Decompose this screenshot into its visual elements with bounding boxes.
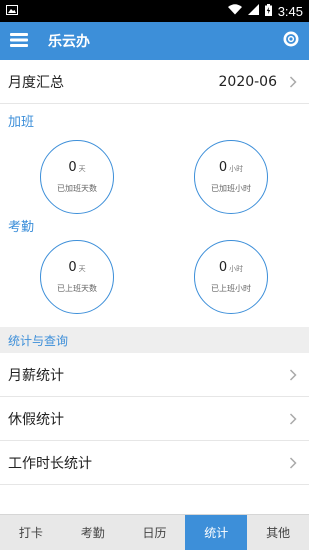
attendance-hours-circle: 0 小时 已上班小时 — [194, 240, 268, 314]
list-item-work-hours[interactable]: 工作时长统计 — [0, 441, 309, 485]
attendance-hours-caption: 已上班小时 — [211, 284, 251, 293]
list-item-label: 月薪统计 — [8, 367, 64, 384]
attendance-days-unit: 天 — [78, 265, 86, 273]
app-bar: 乐云办 — [0, 22, 309, 60]
tab-other[interactable]: 其他 — [247, 515, 309, 550]
overtime-days-circle: 0 天 已加班天数 — [40, 140, 114, 214]
overtime-hours-caption: 已加班小时 — [211, 184, 251, 193]
stats-section-header: 统计与查询 — [0, 327, 309, 353]
stats-section-title: 统计与查询 — [8, 333, 69, 348]
attendance-days-caption: 已上班天数 — [57, 284, 97, 293]
wifi-icon — [227, 4, 242, 18]
settings-button[interactable] — [273, 22, 309, 60]
month-summary-label: 月度汇总 — [8, 74, 64, 91]
overtime-hours-circle: 0 小时 已加班小时 — [194, 140, 268, 214]
list-item-label: 工作时长统计 — [8, 455, 92, 472]
attendance-days-value: 0 — [68, 260, 77, 275]
overtime-days-caption: 已加班天数 — [57, 184, 97, 193]
attendance-days-circle: 0 天 已上班天数 — [40, 240, 114, 314]
app-title: 乐云办 — [48, 34, 90, 50]
overtime-section-label: 加班 — [8, 115, 35, 130]
signal-icon — [247, 4, 259, 18]
list-item-monthly-salary[interactable]: 月薪统计 — [0, 353, 309, 397]
hamburger-menu-icon — [10, 32, 28, 51]
month-value: 2020-06 — [218, 73, 278, 90]
status-bar: 3:45 — [0, 0, 309, 22]
gear-icon — [282, 30, 300, 52]
clock: 3:45 — [277, 3, 303, 19]
chevron-right-icon — [285, 74, 301, 90]
tab-statistics[interactable]: 统计 — [185, 515, 248, 550]
battery-charging-icon — [264, 3, 272, 19]
attendance-section-label: 考勤 — [8, 220, 35, 235]
month-summary-row[interactable]: 月度汇总 2020-06 — [0, 60, 309, 104]
overtime-hours-value: 0 — [218, 160, 228, 175]
chevron-right-icon — [285, 455, 301, 471]
attendance-hours-value: 0 — [218, 260, 228, 275]
overtime-days-unit: 天 — [78, 165, 86, 173]
tab-clock-in[interactable]: 打卡 — [0, 515, 62, 550]
bottom-tab-bar: 打卡 考勤 日历 统计 其他 — [0, 514, 309, 550]
overtime-days-value: 0 — [68, 160, 77, 175]
menu-button[interactable] — [0, 22, 38, 60]
chevron-right-icon — [285, 411, 301, 427]
tab-calendar[interactable]: 日历 — [124, 515, 186, 550]
overtime-hours-unit: 小时 — [229, 165, 244, 173]
chevron-right-icon — [285, 367, 301, 383]
list-item-label: 休假统计 — [8, 411, 64, 428]
list-item-leave[interactable]: 休假统计 — [0, 397, 309, 441]
tab-attendance[interactable]: 考勤 — [62, 515, 124, 550]
gallery-notification-icon — [6, 4, 18, 18]
attendance-hours-unit: 小时 — [229, 265, 244, 273]
